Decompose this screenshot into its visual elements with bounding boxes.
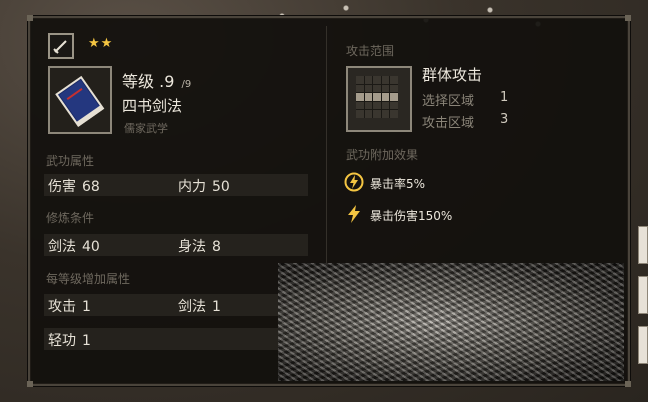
panel-corner: [625, 381, 631, 387]
stat-label: 轻功: [48, 333, 76, 349]
level-label: 等级: [122, 72, 155, 91]
per-level-title: 每等级增加属性: [46, 272, 131, 286]
stat-value: 40: [82, 239, 100, 255]
stat-label: 身法: [178, 239, 206, 255]
game-screen: ★★ 等级 .9 /9 四书剑法 儒家武学 武功属性 伤害 68 内力 50 修…: [0, 0, 648, 402]
attr-damage: 伤害 68: [48, 176, 100, 196]
panel-corner: [27, 381, 33, 387]
rarity-stars: ★★: [88, 36, 114, 51]
stat-value: 50: [212, 179, 230, 195]
skill-level: 等级 .9 /9: [122, 68, 191, 92]
level-value: .9: [159, 72, 175, 91]
requirements-title: 修炼条件: [46, 211, 95, 225]
attack-range-title: 攻击范围: [346, 44, 395, 58]
attack-area-value: 3: [500, 112, 509, 127]
req-agility: 身法 8: [178, 236, 221, 256]
bonus-title: 武功附加效果: [346, 148, 419, 162]
bonus-text: 暴击伤害150%: [370, 209, 453, 223]
lightning-circle-icon: [344, 172, 364, 192]
skill-school: 儒家武学: [124, 122, 168, 135]
requirements-row: 剑法 40 身法 8: [44, 234, 308, 256]
select-area-label: 选择区域: [422, 94, 475, 109]
attr-inner-power: 内力 50: [178, 176, 230, 196]
side-tab[interactable]: [638, 226, 648, 264]
stat-label: 攻击: [48, 299, 76, 315]
per-level-sword: 剑法 1: [178, 296, 221, 316]
stat-label: 伤害: [48, 179, 76, 195]
req-sword: 剑法 40: [48, 236, 100, 256]
select-area-value: 1: [500, 90, 509, 105]
side-tab[interactable]: [638, 326, 648, 364]
panel-corner: [625, 15, 631, 21]
stat-value: 1: [82, 299, 91, 315]
sword-icon: [48, 33, 74, 59]
stat-value: 68: [82, 179, 100, 195]
panel-corner: [27, 15, 33, 21]
attack-range-grid-icon: [346, 66, 412, 132]
stat-label: 剑法: [178, 299, 206, 315]
lightning-icon: [344, 204, 364, 224]
stat-value: 8: [212, 239, 221, 255]
attack-area-label: 攻击区域: [422, 116, 475, 131]
per-level-lightness: 轻功 1: [48, 330, 91, 350]
per-level-row: 轻功 1: [44, 328, 308, 350]
stat-label: 内力: [178, 179, 206, 195]
attack-type: 群体攻击: [422, 66, 483, 84]
stat-value: 1: [212, 299, 221, 315]
static-noise-overlay: [278, 263, 624, 381]
level-max: /9: [181, 79, 192, 90]
stat-value: 1: [82, 333, 91, 349]
side-tab[interactable]: [638, 276, 648, 314]
per-level-attack: 攻击 1: [48, 296, 91, 316]
per-level-row: 攻击 1 剑法 1: [44, 294, 308, 316]
attributes-title: 武功属性: [46, 154, 95, 168]
bonus-text: 暴击率5%: [370, 177, 426, 191]
attributes-row: 伤害 68 内力 50: [44, 174, 308, 196]
skill-name: 四书剑法: [122, 97, 183, 115]
book-icon: [48, 66, 112, 134]
stat-label: 剑法: [48, 239, 76, 255]
